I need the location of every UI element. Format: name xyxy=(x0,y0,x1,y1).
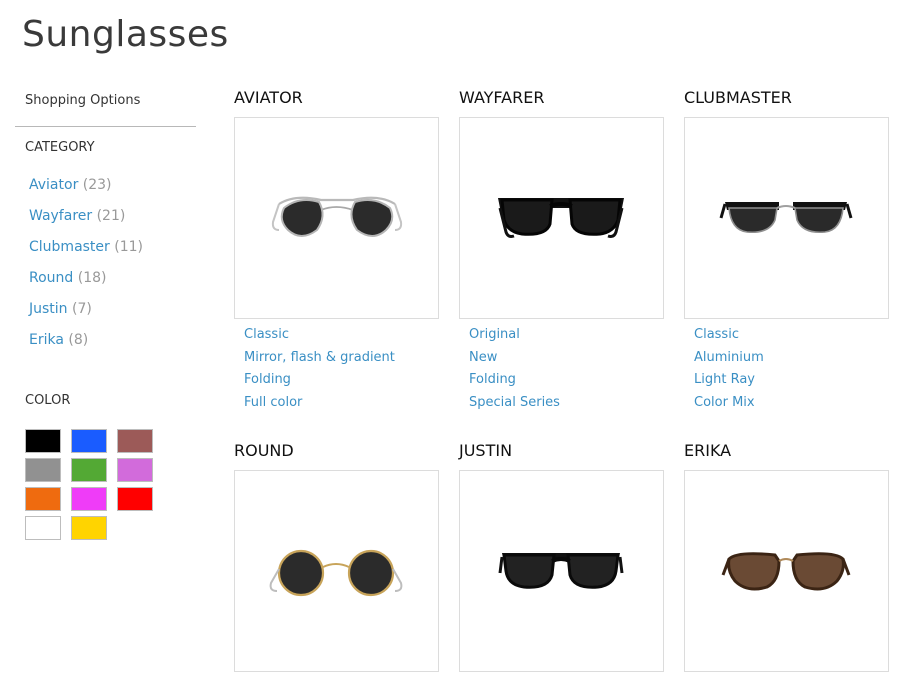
product-title[interactable]: AVIATOR xyxy=(234,88,439,108)
product-image-link[interactable] xyxy=(234,117,439,319)
color-swatch[interactable] xyxy=(117,429,153,453)
color-swatch[interactable] xyxy=(71,429,107,453)
color-swatch[interactable] xyxy=(25,429,61,453)
color-swatch[interactable] xyxy=(25,516,61,540)
sub-link-item: New xyxy=(469,349,664,372)
sub-link-full-color[interactable]: Full color xyxy=(244,395,302,410)
sub-link-classic[interactable]: Classic xyxy=(694,327,739,342)
sub-link-classic[interactable]: Classic xyxy=(244,327,289,342)
color-filter-title: COLOR xyxy=(25,393,71,408)
product-image-link[interactable] xyxy=(459,470,664,672)
sub-link-new[interactable]: New xyxy=(469,350,497,365)
sub-link-item: Mirror, flash & gradient xyxy=(244,349,439,372)
category-item: Clubmaster (11) xyxy=(29,239,196,270)
category-item: Justin (7) xyxy=(29,301,196,332)
sub-link-folding[interactable]: Folding xyxy=(244,372,291,387)
sub-link-item: Original xyxy=(469,326,664,349)
product-title[interactable]: JUSTIN xyxy=(459,441,664,461)
category-link-clubmaster[interactable]: Clubmaster xyxy=(29,239,110,255)
round-sunglasses-icon xyxy=(269,549,403,597)
product-image-link[interactable] xyxy=(684,117,889,319)
product-title[interactable]: CLUBMASTER xyxy=(684,88,889,108)
category-filter-title: CATEGORY xyxy=(25,140,95,155)
color-swatch[interactable] xyxy=(71,487,107,511)
category-item: Erika (8) xyxy=(29,332,196,363)
clubmaster-sunglasses-icon xyxy=(719,202,853,234)
sub-link-item: Classic xyxy=(694,326,889,349)
category-count: (11) xyxy=(114,239,143,255)
category-count: (18) xyxy=(77,270,107,286)
sub-link-folding[interactable]: Folding xyxy=(469,372,516,387)
product-image-link[interactable] xyxy=(459,117,664,319)
sub-link-original[interactable]: Original xyxy=(469,327,520,342)
category-list: Aviator (23) Wayfarer (21) Clubmaster (1… xyxy=(15,177,196,363)
sub-link-mirror-flash-gradient[interactable]: Mirror, flash & gradient xyxy=(244,350,395,365)
color-swatch[interactable] xyxy=(71,458,107,482)
product-card-aviator: AVIATOR Classic Mirror, flash & gradient… xyxy=(234,88,439,417)
category-count: (8) xyxy=(68,332,89,348)
category-link-erika[interactable]: Erika xyxy=(29,332,64,348)
page-title: Sunglasses xyxy=(22,14,229,55)
product-sub-links: Classic Aluminium Light Ray Color Mix xyxy=(684,326,889,417)
color-swatch[interactable] xyxy=(117,458,153,482)
erika-sunglasses-icon xyxy=(721,552,851,591)
category-item: Aviator (23) xyxy=(29,177,196,208)
category-link-aviator[interactable]: Aviator xyxy=(29,177,78,193)
color-swatch[interactable] xyxy=(25,487,61,511)
sub-link-item: Special Series xyxy=(469,394,664,417)
sub-link-item: Folding xyxy=(469,371,664,394)
sub-link-item: Full color xyxy=(244,394,439,417)
category-count: (23) xyxy=(82,177,112,193)
sub-link-special-series[interactable]: Special Series xyxy=(469,395,560,410)
category-item: Wayfarer (21) xyxy=(29,208,196,239)
category-count: (21) xyxy=(96,208,126,224)
product-title[interactable]: ROUND xyxy=(234,441,439,461)
color-swatch[interactable] xyxy=(71,516,107,540)
product-sub-links: Classic Mirror, flash & gradient Folding… xyxy=(234,326,439,417)
sub-link-item: Aluminium xyxy=(694,349,889,372)
justin-sunglasses-icon xyxy=(498,553,624,589)
category-link-round[interactable]: Round xyxy=(29,270,73,286)
product-card-wayfarer: WAYFARER Original New Folding Special Se… xyxy=(459,88,664,417)
category-link-wayfarer[interactable]: Wayfarer xyxy=(29,208,92,224)
sidebar: Shopping Options CATEGORY Aviator (23) W… xyxy=(15,88,196,540)
sub-link-aluminium[interactable]: Aluminium xyxy=(694,350,764,365)
product-card-clubmaster: CLUBMASTER Classic Aluminium Light Ray C… xyxy=(684,88,889,417)
category-count: (7) xyxy=(72,301,92,317)
shopping-options-heading: Shopping Options xyxy=(15,88,196,127)
sub-link-item: Folding xyxy=(244,371,439,394)
category-link-justin[interactable]: Justin xyxy=(29,301,68,317)
sub-link-item: Classic xyxy=(244,326,439,349)
product-sub-links: Original New Folding Special Series xyxy=(459,326,664,417)
product-card-round: ROUND xyxy=(234,441,439,672)
sub-link-item: Color Mix xyxy=(694,394,889,417)
sub-link-item: Light Ray xyxy=(694,371,889,394)
color-swatch-grid xyxy=(25,429,196,540)
product-card-justin: JUSTIN xyxy=(459,441,664,672)
sub-link-light-ray[interactable]: Light Ray xyxy=(694,372,755,387)
category-item: Round (18) xyxy=(29,270,196,301)
sub-link-color-mix[interactable]: Color Mix xyxy=(694,395,755,410)
product-title[interactable]: WAYFARER xyxy=(459,88,664,108)
aviator-sunglasses-icon xyxy=(271,196,403,237)
product-title[interactable]: ERIKA xyxy=(684,441,889,461)
color-swatch[interactable] xyxy=(117,487,153,511)
wayfarer-sunglasses-icon xyxy=(498,198,624,238)
product-image-link[interactable] xyxy=(234,470,439,672)
color-swatch[interactable] xyxy=(25,458,61,482)
product-card-erika: ERIKA xyxy=(684,441,889,672)
product-image-link[interactable] xyxy=(684,470,889,672)
